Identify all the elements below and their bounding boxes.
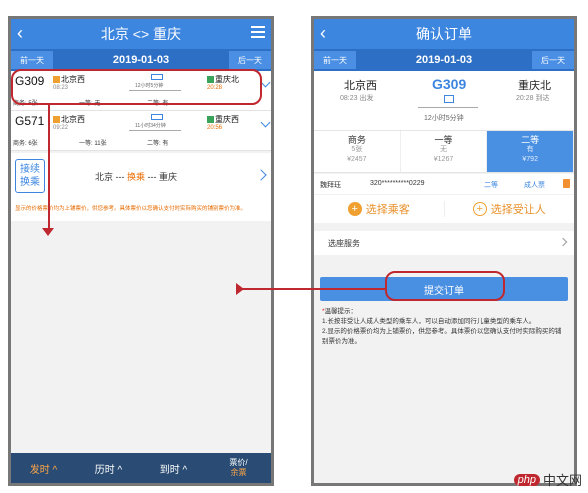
tips-line-1: 1.长按非受让人成人类型的乘车人，可以自动添加同行儿童类型的乘车人。	[322, 318, 536, 325]
tips: *温馨提示： 1.长按非受让人成人类型的乘车人，可以自动添加同行儿童类型的乘车人…	[314, 301, 574, 353]
sort-arrive-button[interactable]: 到时 ^	[141, 461, 206, 476]
seat-count: 5张	[351, 146, 363, 153]
chevron-left-icon[interactable]: ‹	[320, 23, 326, 44]
prev-day-button[interactable]: 前一天	[314, 51, 356, 69]
passenger-row[interactable]: 魏拜珏 320**********0229 二等 成人票	[314, 174, 574, 194]
header: ‹ 北京 <> 重庆	[11, 19, 271, 49]
transfer-button[interactable]: 接续 换乘	[15, 159, 45, 193]
seat-price: ¥1267	[433, 156, 454, 163]
train-number: G309	[432, 76, 467, 92]
seat-count: 有	[526, 146, 534, 153]
second-class-seats: 二等: 有	[147, 141, 169, 147]
sort-bar: 发时 ^ 历时 ^ 到时 ^ 票价/ 余票	[11, 453, 271, 483]
first-class-seats: 一等: 11张	[79, 141, 107, 147]
from-station: 北京西	[344, 80, 377, 92]
date-bar: 前一天 2019-01-03 后一天	[11, 49, 271, 71]
highlight-train-g309	[11, 69, 262, 105]
page-title: 北京 <> 重庆	[100, 26, 182, 42]
seat-class-selector: 商务 5张 ¥2457 一等 无 ¥1267 二等 有 ¥792	[314, 131, 574, 173]
arrive-time: 20:56	[207, 125, 223, 131]
tickets-left-label: 余票	[230, 468, 247, 477]
train-number: G571	[15, 114, 45, 128]
connector-arrowhead-right	[236, 283, 244, 295]
sort-price-button[interactable]: 票价/ 余票	[206, 458, 271, 478]
chevron-left-icon[interactable]: ‹	[17, 23, 23, 44]
chevron-down-icon[interactable]	[260, 77, 271, 88]
duration: 12小时5分钟	[424, 115, 464, 122]
terminal-station-icon	[207, 116, 214, 124]
seat-name: 一等	[434, 135, 453, 145]
train-icon	[151, 114, 163, 120]
tips-line-2: 2.显示的价格票价均为上铺票价，供您参考。具体票价以您确认支付时实际购买的铺别票…	[322, 328, 562, 345]
chevron-down-icon[interactable]	[260, 117, 271, 128]
to-station: 重庆北	[518, 80, 551, 92]
page-title: 确认订单	[416, 26, 472, 42]
chevron-right-icon[interactable]	[255, 169, 267, 181]
price-notice: 显示的价格票价均为上铺票价，供您参考。具体票价以您确认支付时实际购买的铺别票价为…	[11, 201, 271, 221]
date-bar: 前一天 2019-01-03 后一天	[314, 49, 574, 71]
next-day-button[interactable]: 后一天	[532, 51, 574, 69]
seat-name: 二等	[521, 135, 540, 145]
transfer-label-1: 接续	[20, 164, 40, 175]
arrow-line	[418, 107, 478, 108]
price-label: 票价	[229, 458, 246, 467]
depart-time: 08:23 出发	[340, 95, 374, 102]
prev-day-button[interactable]: 前一天	[11, 51, 53, 69]
from-station: 北京西	[53, 114, 85, 125]
plus-outline-icon: +	[472, 202, 487, 216]
next-day-button[interactable]: 后一天	[229, 51, 271, 69]
watermark: php 中文网	[513, 470, 582, 489]
seat-price: ¥792	[522, 156, 538, 163]
trip-summary: 北京西 08:23 出发 G309 12小时5分钟 重庆北 20:28 到达	[314, 71, 574, 131]
sort-duration-button[interactable]: 历时 ^	[76, 461, 141, 476]
passenger-id: 320**********0229	[370, 180, 425, 187]
seat-price: ¥2457	[347, 156, 367, 163]
select-recipient-button[interactable]: + 选择受让人	[443, 201, 575, 217]
transfer-route: 北京 --- 换乘 --- 重庆	[95, 172, 178, 182]
confirm-order-screen: ‹ 确认订单 前一天 2019-01-03 后一天 北京西 08:23 出发 G…	[311, 16, 577, 486]
seat-option-second[interactable]: 二等 有 ¥792	[487, 131, 574, 172]
seat-service-row[interactable]: 选座服务	[314, 231, 574, 255]
arrive-time: 20:28 到达	[516, 95, 550, 102]
seat-count: 无	[440, 146, 447, 153]
date-label: 2019-01-03	[415, 54, 473, 66]
connector-vertical	[48, 105, 50, 232]
select-passenger-label: 选择乘客	[365, 204, 410, 216]
tips-title: *温馨提示：	[322, 308, 358, 315]
select-passenger-button[interactable]: + 选择乘客	[314, 201, 444, 217]
seat-option-business[interactable]: 商务 5张 ¥2457	[314, 131, 401, 172]
plus-icon: +	[347, 202, 362, 216]
train-row[interactable]: G571 商务: 6张 北京西 09:22 11小时34分钟 重庆西 20:56…	[11, 111, 271, 151]
depart-time: 09:22	[53, 125, 69, 131]
business-seats: 商务: 6张	[13, 141, 38, 147]
duration: 11小时34分钟	[135, 123, 166, 129]
transfer-row[interactable]: 接续 换乘 北京 --- 换乘 --- 重庆	[11, 153, 271, 201]
connector-horizontal	[240, 288, 385, 290]
to-station: 重庆西	[207, 114, 239, 125]
date-label[interactable]: 2019-01-03	[113, 54, 169, 66]
select-recipient-label: 选择受让人	[490, 204, 546, 216]
origin-station-icon	[53, 116, 60, 124]
arrow-line	[129, 130, 181, 131]
menu-icon[interactable]	[251, 26, 265, 41]
connector-arrowhead-down	[42, 228, 54, 236]
train-icon	[444, 95, 454, 103]
php-logo: php	[513, 473, 540, 486]
passenger-name: 魏拜珏	[320, 182, 341, 189]
transfer-label-2: 换乘	[20, 177, 40, 188]
seat-option-first[interactable]: 一等 无 ¥1267	[401, 131, 488, 172]
sort-depart-button[interactable]: 发时 ^	[11, 461, 76, 476]
passenger-ticket-type[interactable]: 成人票	[524, 180, 545, 190]
seat-service-label: 选座服务	[328, 239, 360, 248]
watermark-text: 中文网	[542, 473, 582, 488]
header: ‹ 确认订单	[314, 19, 574, 49]
chevron-right-icon	[558, 237, 568, 247]
passenger-seat-class[interactable]: 二等	[484, 180, 498, 190]
trash-icon[interactable]	[563, 179, 570, 188]
seat-name: 商务	[347, 135, 366, 145]
highlight-submit-button	[385, 271, 505, 301]
passenger-selectors: + 选择乘客 + 选择受让人	[314, 195, 574, 223]
